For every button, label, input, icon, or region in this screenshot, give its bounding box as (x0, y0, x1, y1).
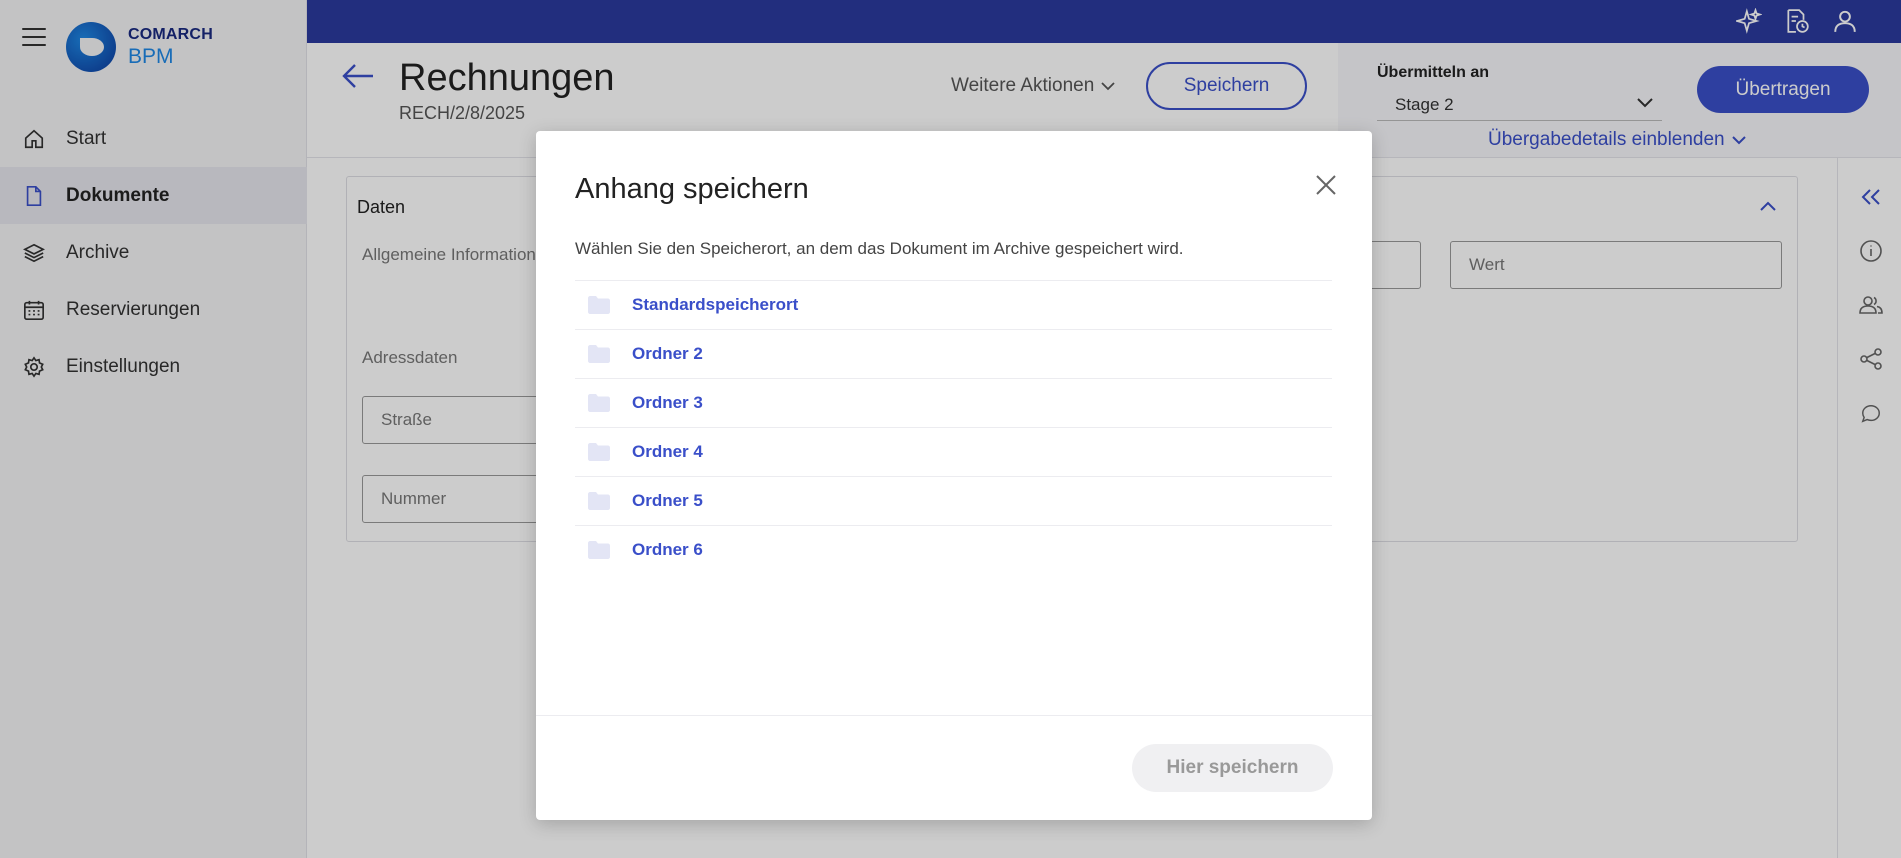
dialog-description: Wählen Sie den Speicherort, an dem das D… (575, 239, 1184, 258)
save-attachment-dialog: Anhang speichern Wählen Sie den Speicher… (536, 131, 1372, 820)
folder-icon (588, 492, 610, 510)
folder-label: Ordner 4 (632, 442, 703, 461)
folder-icon (588, 394, 610, 412)
folder-icon (588, 296, 610, 314)
folder-item-ordner-3[interactable]: Ordner 3 (575, 378, 1332, 427)
folder-icon (588, 345, 610, 363)
dialog-title: Anhang speichern (575, 173, 809, 205)
save-here-button[interactable]: Hier speichern (1132, 744, 1333, 792)
folder-label: Ordner 6 (632, 540, 703, 559)
folder-item-standardspeicherort[interactable]: Standardspeicherort (575, 280, 1332, 329)
folder-label: Ordner 3 (632, 393, 703, 412)
folder-list: Standardspeicherort Ordner 2 Ordner 3 Or… (575, 280, 1332, 574)
folder-icon (588, 443, 610, 461)
dialog-footer-divider (536, 715, 1372, 716)
folder-icon (588, 541, 610, 559)
folder-item-ordner-4[interactable]: Ordner 4 (575, 427, 1332, 476)
folder-label: Ordner 5 (632, 491, 703, 510)
folder-item-ordner-5[interactable]: Ordner 5 (575, 476, 1332, 525)
folder-label: Ordner 2 (632, 344, 703, 363)
folder-item-ordner-6[interactable]: Ordner 6 (575, 525, 1332, 574)
folder-label: Standardspeicherort (632, 295, 799, 314)
folder-item-ordner-2[interactable]: Ordner 2 (575, 329, 1332, 378)
close-icon[interactable] (1312, 171, 1340, 199)
